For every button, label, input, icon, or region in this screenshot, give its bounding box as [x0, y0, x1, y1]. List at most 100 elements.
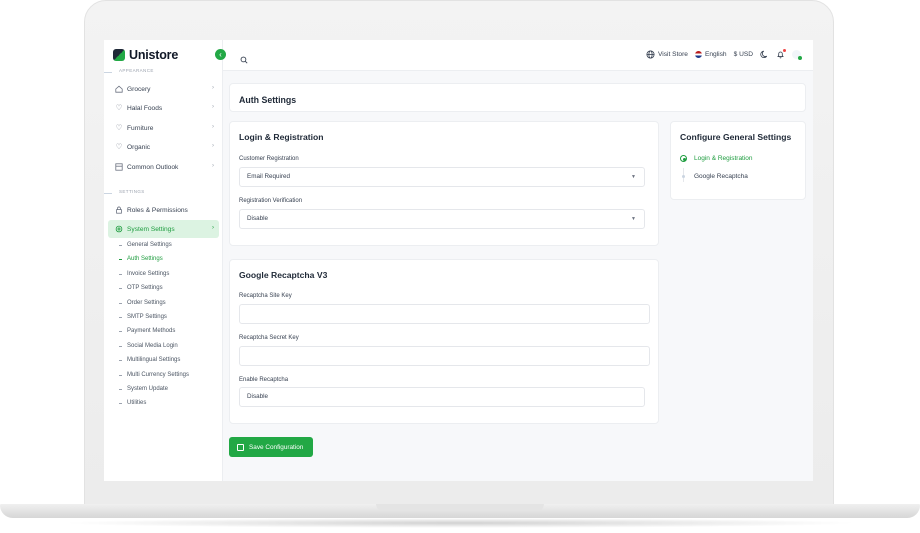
site-key-input[interactable]: [239, 304, 650, 324]
dash-marker: [119, 273, 122, 275]
submenu-label: Utilities: [127, 400, 147, 406]
submenu-smtp-settings[interactable]: SMTP Settings: [119, 314, 167, 320]
secret-key-label: Recaptcha Secret Key: [239, 335, 299, 341]
submenu-social-media-login[interactable]: Social Media Login: [119, 343, 178, 349]
secret-key-input[interactable]: [239, 346, 650, 366]
section-divider: [104, 72, 112, 73]
submenu-label: Multilingual Settings: [127, 357, 181, 363]
chevron-right-icon: ›: [212, 124, 214, 130]
sidebar-item-label: Furniture: [127, 124, 154, 132]
laptop-shadow: [60, 518, 860, 528]
sidebar-item-label: Grocery: [127, 85, 151, 93]
submenu-otp-settings[interactable]: OTP Settings: [119, 285, 163, 291]
logo-icon: [113, 49, 125, 61]
search-icon[interactable]: [240, 51, 248, 64]
submenu-system-update[interactable]: System Update: [119, 386, 168, 392]
submenu-label: Social Media Login: [127, 343, 178, 349]
select-value: Email Required: [247, 173, 291, 180]
submenu-invoice-settings[interactable]: Invoice Settings: [119, 271, 169, 277]
notification-dot: [783, 49, 786, 52]
save-configuration-button[interactable]: Save Configuration: [229, 437, 313, 457]
currency-selector[interactable]: $ USD: [734, 51, 753, 58]
home-icon: [115, 85, 123, 93]
layout-icon: [115, 163, 123, 171]
heart-icon: ♡: [115, 103, 123, 112]
customer-registration-select[interactable]: Email Required ▼: [239, 167, 645, 187]
app-screen: Unistore APPEARANCE Grocery › ♡ Halal Fo…: [104, 40, 813, 481]
sidebar-item-label: System Settings: [127, 225, 175, 233]
step-label: Login & Registration: [694, 155, 753, 162]
caret-down-icon: ▼: [631, 216, 636, 222]
caret-down-icon: ▼: [631, 174, 636, 180]
gear-icon: [115, 225, 123, 233]
save-icon: [237, 443, 244, 451]
bell-icon[interactable]: [776, 49, 786, 59]
page-title-card: Auth Settings: [229, 83, 806, 112]
brand-name: Unistore: [129, 48, 179, 62]
chevron-right-icon: ›: [212, 163, 214, 169]
sidebar-item-common-outlook[interactable]: Common Outlook ›: [108, 158, 219, 176]
moon-icon[interactable]: [760, 50, 769, 59]
enable-recaptcha-label: Enable Recaptcha: [239, 377, 289, 383]
chevron-right-icon: ›: [212, 225, 214, 231]
step-inactive-icon: [682, 175, 685, 178]
sidebar-item-label: Common Outlook: [127, 163, 179, 171]
sidebar-item-label: Organic: [127, 143, 151, 151]
dash-marker: [119, 402, 122, 404]
submenu-multi-currency-settings[interactable]: Multi Currency Settings: [119, 372, 189, 378]
submenu-label: Multi Currency Settings: [127, 372, 190, 378]
dash-marker: [119, 330, 122, 332]
submenu-label: Order Settings: [127, 300, 166, 306]
registration-verification-select[interactable]: Disable ▼: [239, 209, 645, 229]
submenu-multilingual-settings[interactable]: Multilingual Settings: [119, 357, 180, 363]
dash-marker: [119, 374, 122, 376]
brand[interactable]: Unistore: [113, 48, 178, 62]
submenu-label: General Settings: [127, 242, 172, 248]
customer-registration-label: Customer Registration: [239, 156, 299, 162]
language-label: English: [704, 51, 727, 58]
card-title: Login & Registration: [239, 132, 324, 142]
submenu-general-settings[interactable]: General Settings: [119, 242, 172, 248]
sidebar-item-grocery[interactable]: Grocery ›: [108, 80, 219, 98]
sidebar-item-furniture[interactable]: ♡ Furniture ›: [108, 119, 219, 137]
chevron-right-icon: ›: [212, 143, 214, 149]
submenu-label: OTP Settings: [127, 285, 163, 291]
dash-marker: [119, 302, 122, 304]
submenu-label: SMTP Settings: [127, 314, 167, 320]
chevron-left-icon: ‹: [219, 50, 222, 59]
recaptcha-card: Google Recaptcha V3 Recaptcha Site Key R…: [229, 259, 659, 424]
sidebar-item-halal-foods[interactable]: ♡ Halal Foods ›: [108, 99, 219, 117]
submenu-payment-methods[interactable]: Payment Methods: [119, 328, 175, 334]
dash-marker: [119, 258, 122, 260]
sidebar-item-system-settings[interactable]: System Settings ›: [108, 220, 219, 238]
flag-icon: [694, 51, 702, 58]
section-divider: [104, 193, 112, 194]
section-label-settings: SETTINGS: [119, 189, 145, 194]
step-login-registration[interactable]: Login & Registration: [680, 155, 753, 162]
enable-recaptcha-select[interactable]: Disable: [239, 387, 645, 407]
card-title: Google Recaptcha V3: [239, 270, 328, 280]
laptop-notch: [376, 504, 544, 511]
dash-marker: [119, 359, 122, 361]
collapse-sidebar-button[interactable]: ‹: [215, 49, 226, 60]
sidebar-item-organic[interactable]: ♡ Organic ›: [108, 138, 219, 156]
sidebar-item-roles-permissions[interactable]: Roles & Permissions: [108, 201, 219, 219]
step-label: Google Recaptcha: [694, 173, 748, 180]
submenu-order-settings[interactable]: Order Settings: [119, 300, 166, 306]
lock-icon: [115, 206, 123, 214]
chevron-right-icon: ›: [212, 104, 214, 110]
login-registration-card: Login & Registration Customer Registrati…: [229, 121, 659, 246]
dash-marker: [119, 316, 122, 318]
submenu-utilities[interactable]: Utilities: [119, 400, 146, 406]
avatar[interactable]: [792, 50, 802, 60]
submenu-label: Invoice Settings: [127, 271, 170, 277]
dash-marker: [119, 345, 122, 347]
laptop-mockup: Unistore APPEARANCE Grocery › ♡ Halal Fo…: [0, 0, 920, 533]
topbar-actions: Visit Store English $ USD: [646, 49, 802, 60]
visit-store-link[interactable]: Visit Store: [646, 50, 688, 59]
language-selector[interactable]: English: [694, 51, 727, 58]
select-value: Disable: [247, 393, 268, 400]
submenu-auth-settings[interactable]: Auth Settings: [119, 256, 163, 262]
step-google-recaptcha[interactable]: Google Recaptcha: [680, 173, 748, 180]
globe-icon: [646, 50, 655, 59]
